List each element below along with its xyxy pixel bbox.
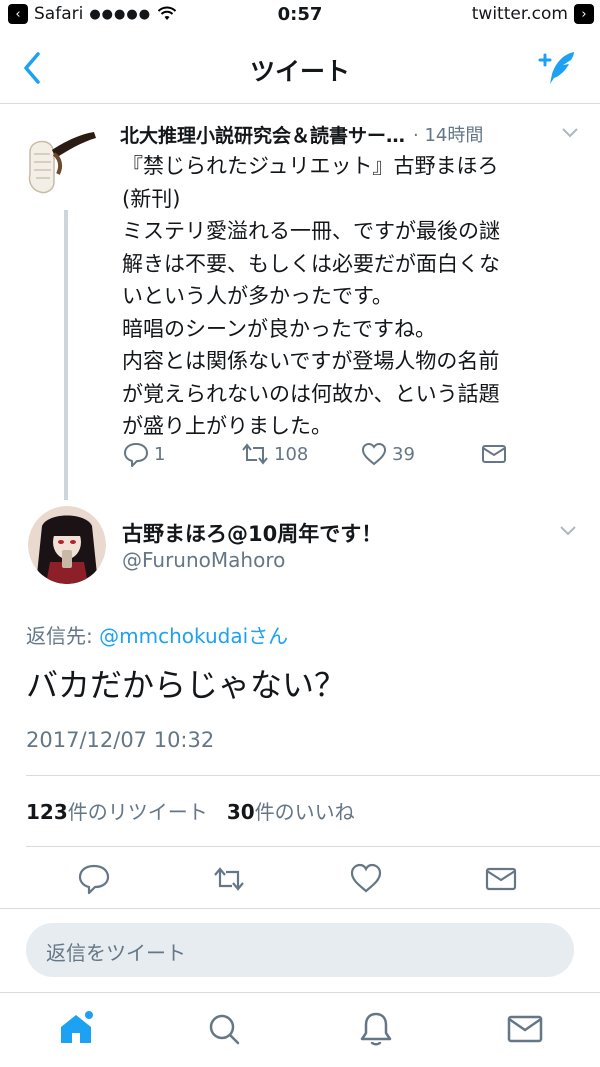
parent-reply-button[interactable]: 1 xyxy=(122,440,165,468)
envelope-icon[interactable] xyxy=(505,1009,545,1049)
status-bar: ‹ Safari ●●●●● 0:57 twitter.com › xyxy=(0,0,600,32)
reply-mention-link[interactable]: @mmchokudai xyxy=(99,624,248,648)
divider xyxy=(26,775,600,776)
parent-tweet-actions: 1 108 39 xyxy=(122,440,522,474)
retweet-label: 件のリツイート xyxy=(67,800,208,824)
parent-timestamp[interactable]: · 14時間 xyxy=(413,121,483,147)
home-icon[interactable] xyxy=(56,1009,96,1049)
retweet-count: 123 xyxy=(26,800,68,824)
reply-prefix: 返信先: xyxy=(26,624,100,648)
parent-retweet-count: 108 xyxy=(274,443,309,465)
search-icon[interactable] xyxy=(204,1009,244,1049)
envelope-icon xyxy=(482,445,506,463)
retweet-stats[interactable]: 123件のリツイート xyxy=(26,800,208,824)
heart-icon[interactable] xyxy=(349,862,383,896)
status-bar-right: twitter.com › xyxy=(472,4,594,24)
divider xyxy=(26,846,600,847)
thread-line xyxy=(64,210,68,500)
retweet-icon[interactable] xyxy=(212,862,246,896)
parent-dm-button[interactable] xyxy=(480,440,508,468)
author-handle[interactable]: @FurunoMahoro xyxy=(122,548,285,572)
user-avatar[interactable] xyxy=(28,506,106,584)
chevron-down-icon[interactable] xyxy=(560,126,580,140)
envelope-icon[interactable] xyxy=(484,862,518,896)
reply-placeholder: 返信をツイート xyxy=(46,941,186,965)
author-display-name[interactable]: 古野まほろ@10周年です！ xyxy=(122,518,382,548)
reply-icon xyxy=(124,443,148,467)
parent-retweet-button[interactable]: 108 xyxy=(240,440,308,468)
retweet-icon xyxy=(242,443,268,465)
nav-bar: ツイート xyxy=(0,32,600,104)
parent-tweet-header: 北大推理小説研究会＆読書サー… · 14時間 xyxy=(120,120,580,148)
parent-tweet-text: 『禁じられたジュリエット』古野まほろ (新刊) ミステリ愛溢れる一冊、ですが最後… xyxy=(122,154,500,438)
pipe-avatar[interactable] xyxy=(24,124,100,200)
like-stats[interactable]: 30件のいいね xyxy=(227,800,355,824)
page-title: ツイート xyxy=(249,57,350,86)
heart-icon xyxy=(361,442,387,466)
reply-input[interactable]: 返信をツイート xyxy=(26,923,574,977)
parent-reply-count: 1 xyxy=(154,443,166,465)
reply-area: 返信をツイート xyxy=(0,908,600,992)
parent-author-name[interactable]: 北大推理小説研究会＆読書サー… xyxy=(120,121,405,148)
reply-to-line: 返信先: @mmchokudaiさん xyxy=(26,620,288,649)
forward-icon[interactable]: › xyxy=(574,4,594,24)
parent-like-button[interactable]: 39 xyxy=(360,440,415,468)
tweet-datetime: 2017/12/07 10:32 xyxy=(26,728,215,752)
tab-bar xyxy=(0,992,600,1067)
bell-icon[interactable] xyxy=(356,1009,396,1049)
compose-tweet-icon[interactable] xyxy=(536,48,578,88)
chevron-down-icon[interactable] xyxy=(558,524,578,538)
like-label: 件のいいね xyxy=(254,800,355,824)
reply-icon[interactable] xyxy=(77,862,111,896)
tweet-action-bar xyxy=(0,856,600,906)
tweet-text: バカだからじゃない？ xyxy=(26,666,347,704)
reply-suffix: さん xyxy=(248,624,289,648)
like-count: 30 xyxy=(226,800,255,824)
url-label: twitter.com xyxy=(471,4,568,24)
parent-like-count: 39 xyxy=(392,443,415,465)
tweet-stats: 123件のリツイート 30件のいいね xyxy=(26,796,355,825)
